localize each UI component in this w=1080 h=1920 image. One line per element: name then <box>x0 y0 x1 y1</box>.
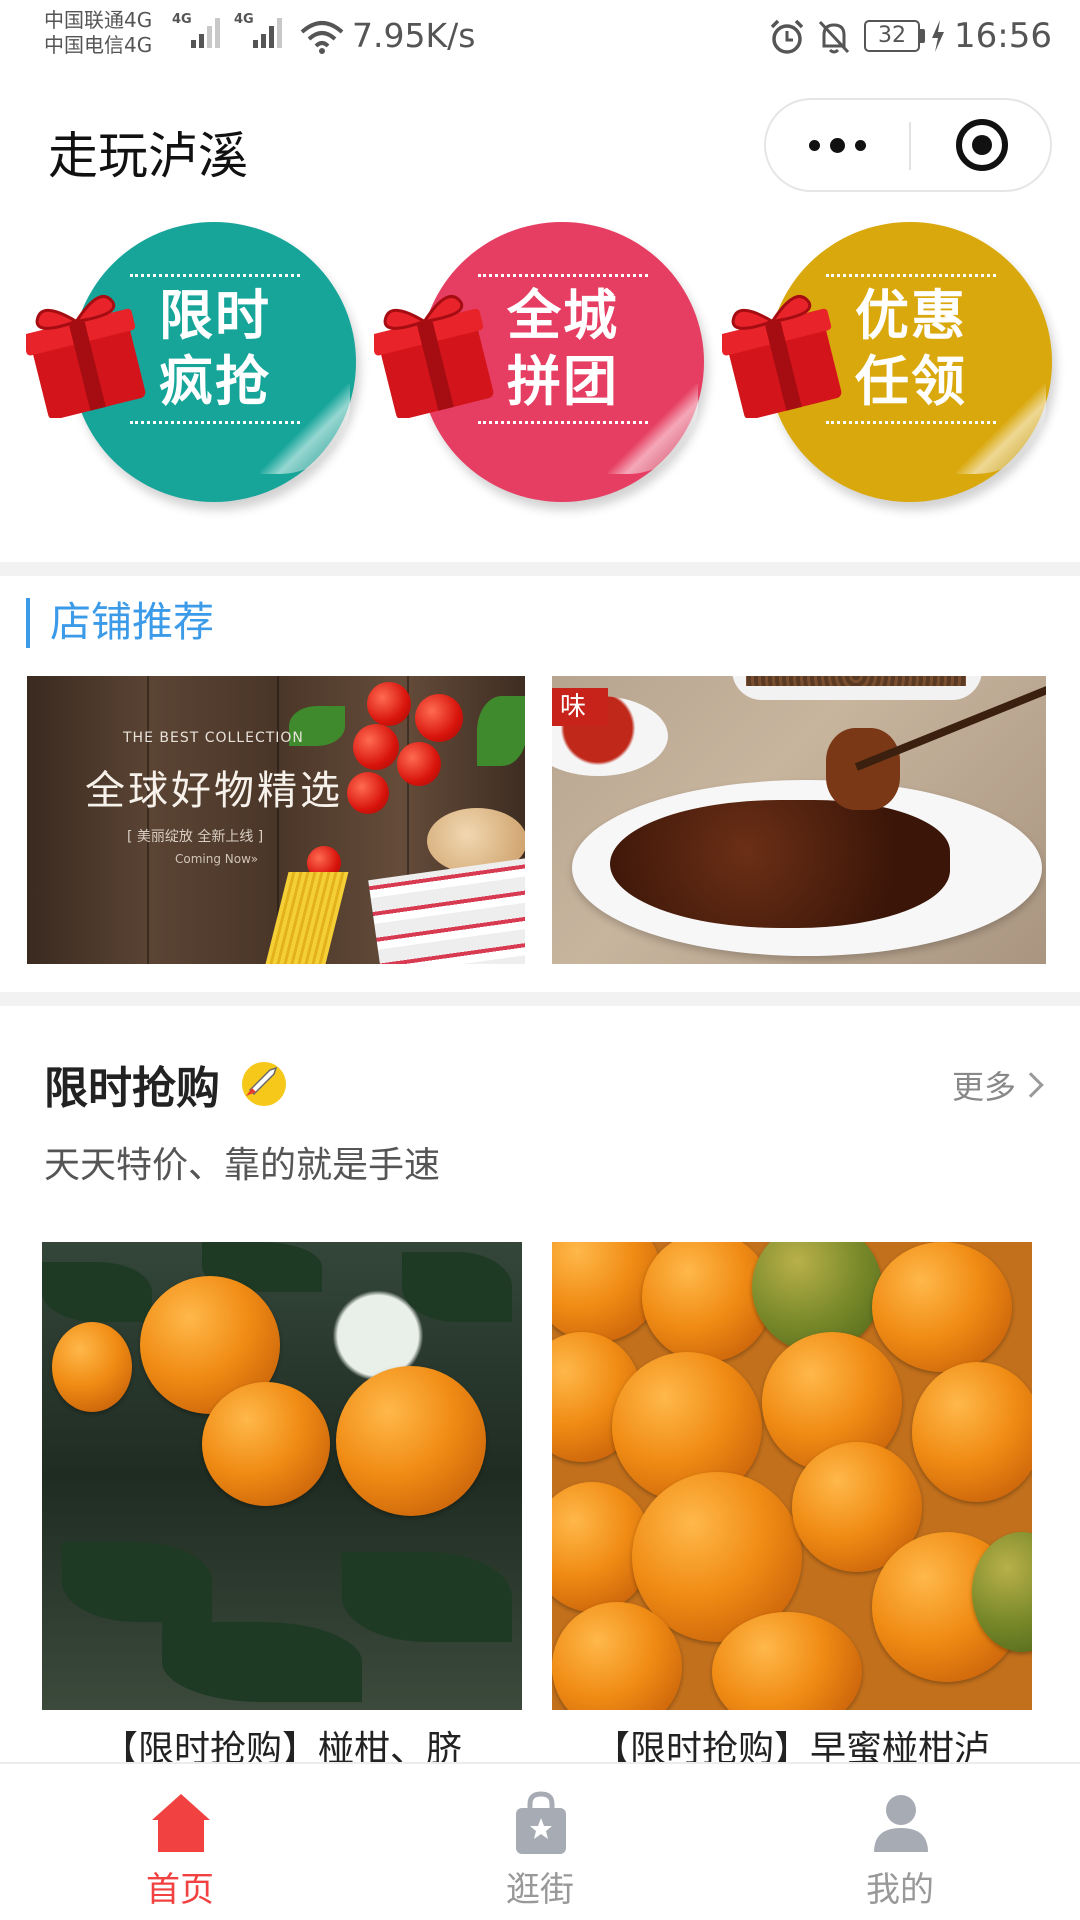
flash-sale-subtitle: 天天特价、靠的就是手速 <box>44 1145 441 1186</box>
store-banner-global-goods[interactable]: THE BEST COLLECTION 全球好物精选 [ 美丽绽放 全新上线 ]… <box>27 676 525 964</box>
more-icon <box>804 137 871 153</box>
section-title-stores: 店铺推荐 <box>26 598 214 648</box>
product-name: 【限时抢购】椪柑、脐 <box>101 1729 462 1762</box>
tab-label: 逛街 <box>506 1870 574 1910</box>
signal-tag-2: 4G <box>234 12 254 27</box>
tab-shopping[interactable]: 逛街 <box>360 1764 720 1920</box>
promo-label: 优惠 任领 <box>826 274 996 424</box>
section-divider <box>0 562 1080 576</box>
braised-duck-image <box>610 800 950 928</box>
tab-label: 我的 <box>866 1870 934 1910</box>
promo-line-2: 任领 <box>855 350 967 413</box>
carrier-info: 中国联通4G 中国电信4G <box>44 8 152 58</box>
clock: 16:56 <box>954 16 1052 56</box>
mini-program-header: 走玩泸溪 <box>0 76 1080 216</box>
more-link[interactable]: 更多 <box>951 1062 1044 1108</box>
promo-line-1: 限时 <box>159 284 271 347</box>
brand-sign: 味 <box>552 688 608 726</box>
battery-icon: 32 <box>864 20 920 52</box>
promo-flash-sale[interactable]: 限时 疯抢 <box>18 218 356 508</box>
chevron-right-icon <box>1018 1072 1044 1098</box>
banner-tagline: [ 美丽绽放 全新上线 ] <box>127 829 264 845</box>
cloth-image <box>368 856 525 964</box>
banner-headline: 全球好物精选 <box>85 768 343 814</box>
meat-slice-image <box>826 728 900 810</box>
home-icon <box>152 1794 210 1852</box>
gift-icon <box>374 295 494 418</box>
beans-bowl-image <box>732 676 982 700</box>
wifi-icon <box>300 21 344 54</box>
net-speed: 7.95K/s <box>352 16 476 55</box>
mute-icon <box>818 20 850 54</box>
promo-line-2: 疯抢 <box>159 350 271 413</box>
promo-label: 全城 拼团 <box>478 274 648 424</box>
tab-home[interactable]: 首页 <box>0 1764 360 1920</box>
shopping-bag-icon <box>516 1791 566 1854</box>
product-name: 【限时抢购】早蜜椪柑泸 <box>593 1729 990 1762</box>
carrier-2: 中国电信4G <box>44 33 153 57</box>
product-image-oranges-pile <box>552 1242 1032 1710</box>
signal-icons: 4G 4G <box>172 12 296 48</box>
store-banner-braised-duck[interactable]: 味 <box>552 676 1046 964</box>
status-bar: 中国联通4G 中国电信4G 4G 4G 7.95K/s 32 16:56 <box>0 0 1080 76</box>
promo-line-1: 优惠 <box>855 284 967 347</box>
gift-icon <box>26 295 146 418</box>
flash-sale-title: 限时抢购 <box>44 1063 220 1114</box>
user-icon <box>874 1795 928 1852</box>
banner-coming-now: Coming Now» <box>175 852 259 866</box>
rocket-icon <box>242 1062 286 1106</box>
charging-icon <box>932 20 944 52</box>
promo-line-2: 拼团 <box>507 350 619 413</box>
tab-profile[interactable]: 我的 <box>720 1764 1080 1920</box>
section-divider <box>0 992 1080 1006</box>
product-card[interactable]: 【限时抢购】椪柑、脐 <box>42 1242 522 1762</box>
close-button[interactable] <box>911 100 1052 190</box>
product-image-oranges-tree <box>42 1242 522 1710</box>
product-card[interactable]: 【限时抢购】早蜜椪柑泸 <box>552 1242 1032 1762</box>
signal-tag-1: 4G <box>172 12 192 27</box>
banner-small-text: THE BEST COLLECTION <box>123 730 304 746</box>
promo-row: 限时 疯抢 全城 拼团 优惠 任领 <box>0 218 1080 508</box>
bottom-tab-bar: 首页 逛街 我的 <box>0 1762 1080 1920</box>
promo-group-buy[interactable]: 全城 拼团 <box>366 218 704 508</box>
more-button[interactable] <box>766 100 909 190</box>
alarm-icon <box>770 19 804 54</box>
tab-label: 首页 <box>146 1870 214 1910</box>
more-label: 更多 <box>951 1068 1016 1106</box>
carrier-1: 中国联通4G <box>44 8 153 32</box>
promo-label: 限时 疯抢 <box>130 274 300 424</box>
page-title: 走玩泸溪 <box>48 127 248 185</box>
promo-coupons[interactable]: 优惠 任领 <box>714 218 1052 508</box>
battery-tip <box>920 29 925 43</box>
signal-icon: 4G <box>234 12 282 48</box>
capsule-menu <box>764 98 1052 192</box>
gift-icon <box>722 295 842 418</box>
promo-line-1: 全城 <box>507 284 619 347</box>
close-target-icon <box>955 119 1008 171</box>
signal-icon: 4G <box>172 12 220 48</box>
